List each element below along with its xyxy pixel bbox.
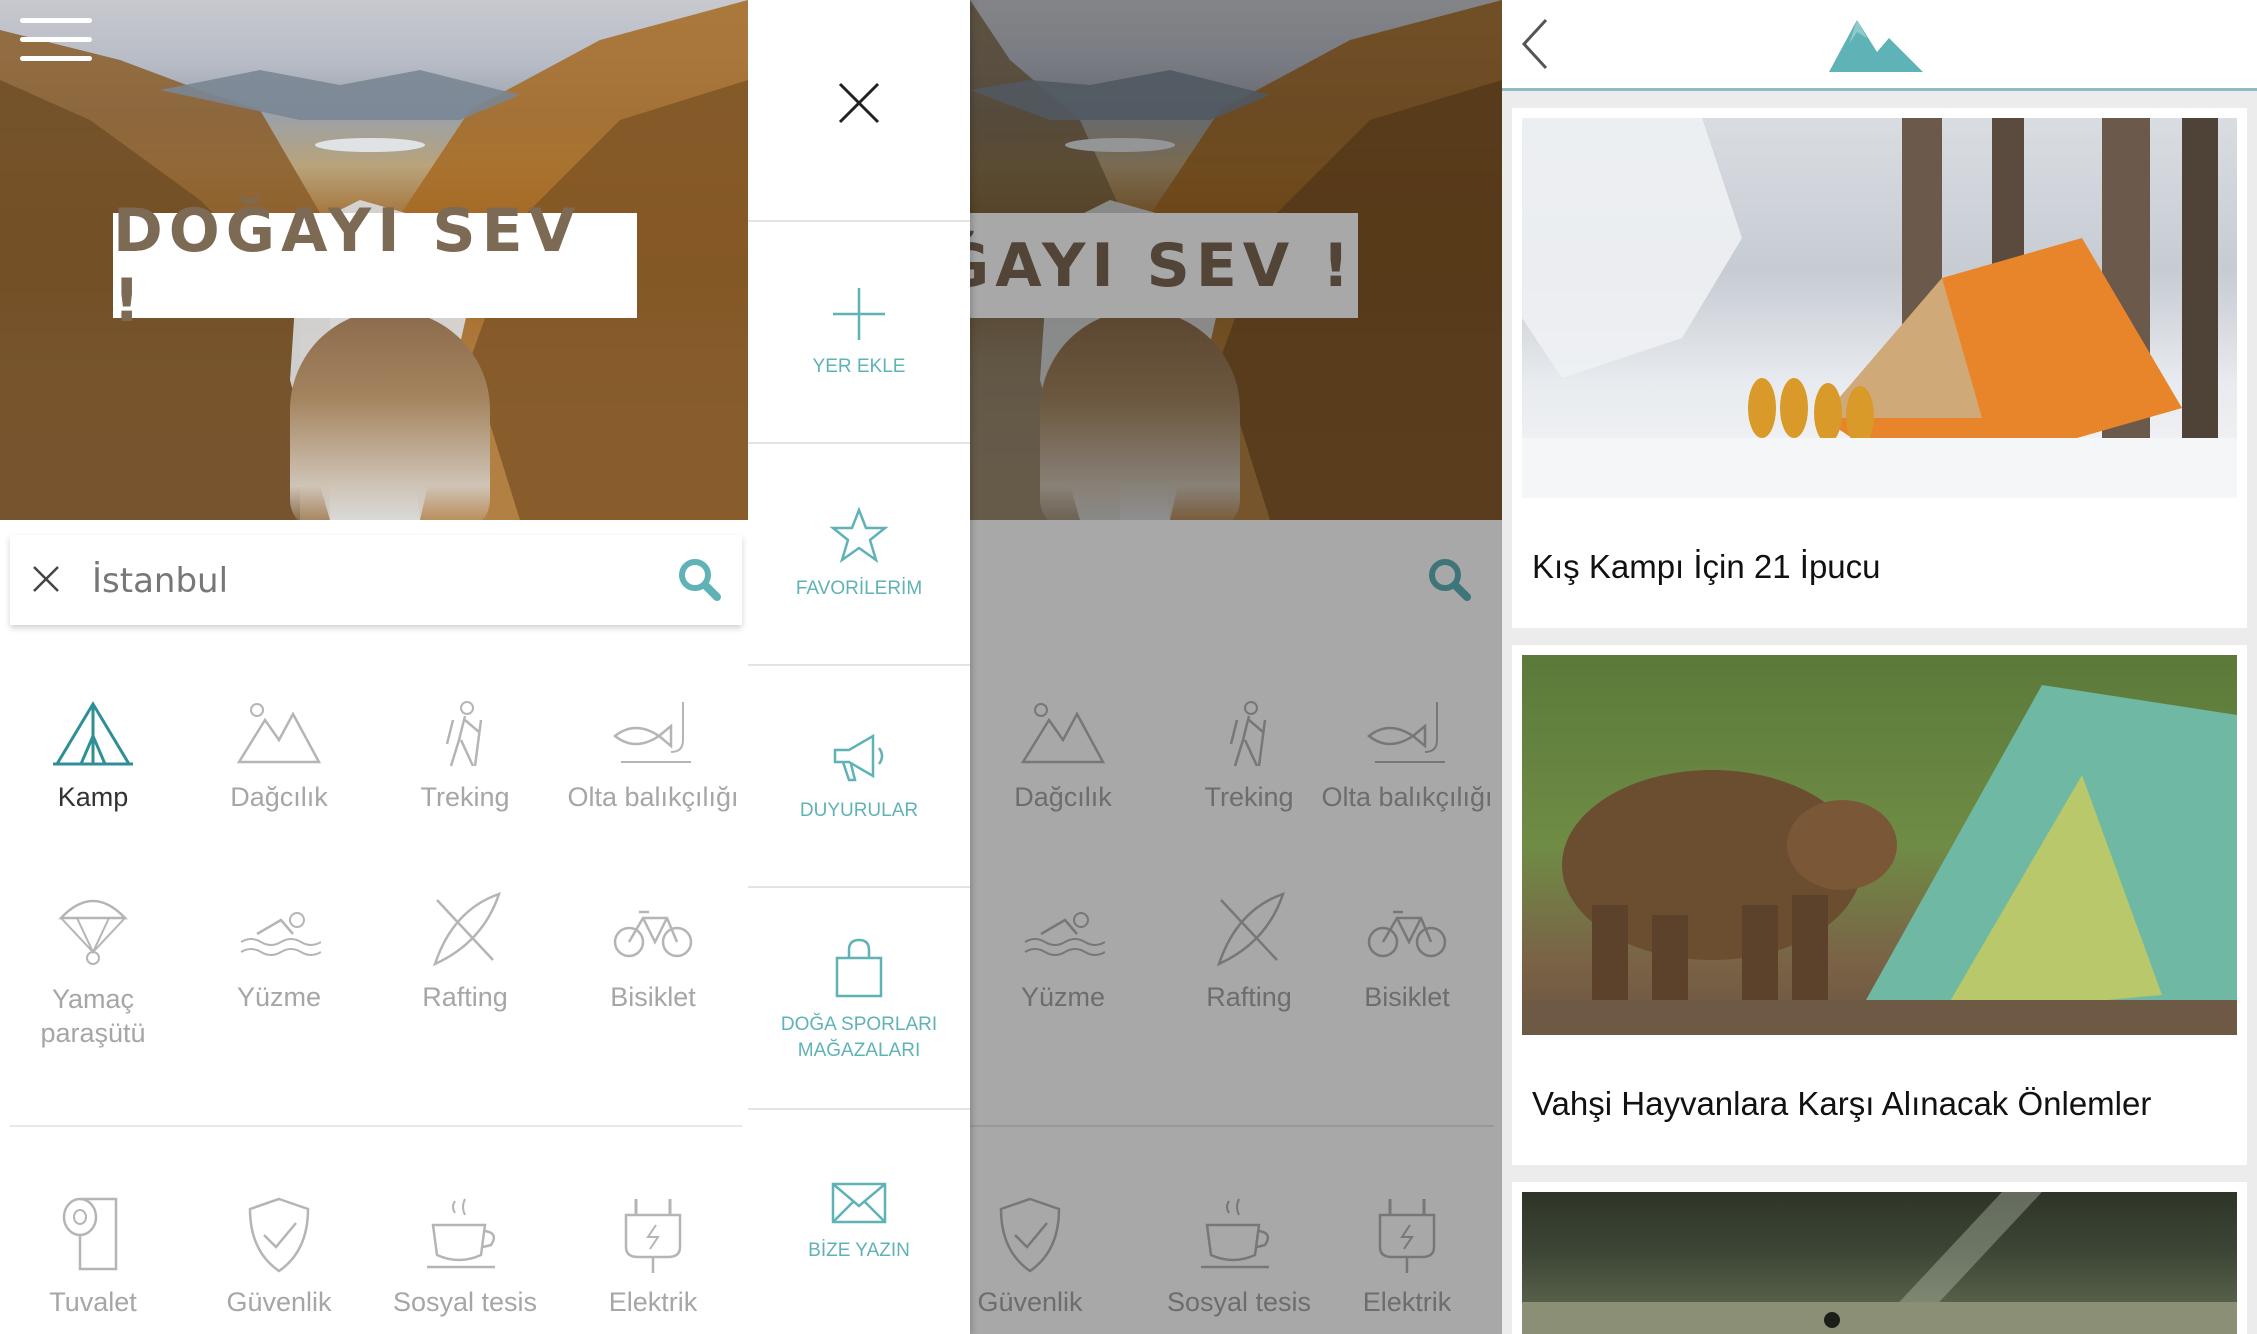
shopping-bag-icon: [835, 938, 883, 998]
menu-line-icon: [20, 56, 92, 61]
category-label: Kamp: [57, 782, 129, 812]
hamburger-menu-button[interactable]: [20, 18, 92, 74]
category-label: Treking: [420, 782, 510, 812]
swimmer-icon: [240, 912, 321, 956]
category-label: Yamaç paraşütü: [40, 984, 146, 1048]
category-bisiklet[interactable]: Bisiklet: [558, 890, 748, 1013]
drawer-item-magazalar[interactable]: DOĞA SPORLARI MAĞAZALARI: [748, 886, 970, 1108]
bear-tent-illustration: [1522, 685, 2237, 1035]
facility-label: Sosyal tesis: [392, 1287, 538, 1317]
facility-elektrik[interactable]: Elektrik: [558, 1195, 748, 1318]
overlay-scrim[interactable]: [970, 0, 1502, 1334]
facility-guvenlik[interactable]: Güvenlik: [186, 1195, 372, 1318]
power-plug-icon: [624, 1199, 682, 1273]
envelope-icon: [831, 1182, 887, 1224]
article-card[interactable]: [1512, 1182, 2247, 1334]
facility-label: Güvenlik: [226, 1287, 332, 1317]
shield-check-icon: [248, 1197, 310, 1273]
search-icon[interactable]: [675, 555, 725, 605]
drawer-item-favorilerim[interactable]: FAVORİLERİM: [748, 442, 970, 664]
drawer-item-label: FAVORİLERİM: [795, 578, 923, 599]
top-bar: [1502, 0, 2257, 91]
menu-line-icon: [20, 18, 92, 23]
close-icon[interactable]: [834, 78, 884, 128]
clear-search-icon[interactable]: [30, 563, 62, 595]
hero-banner: DOĞAYI SEV !: [113, 196, 637, 336]
drawer-item-yer-ekle[interactable]: YER EKLE: [748, 220, 970, 442]
side-drawer: YER EKLE FAVORİLERİM DUYURULAR DOĞA SPOR…: [748, 0, 970, 1334]
menu-line-icon: [20, 37, 92, 42]
tent-icon: [53, 701, 133, 766]
search-input[interactable]: [90, 555, 654, 607]
category-dagcilik[interactable]: Dağcılık: [186, 700, 372, 813]
divider: [10, 1125, 742, 1127]
article-image-winter-camp: [1522, 118, 2237, 498]
hero-image: DOĞAYI SEV !: [0, 0, 748, 520]
category-yamac[interactable]: Yamaç paraşütü: [0, 890, 186, 1050]
menu-screen: ĞAYI SEV ! Dağcılık Treking Olta balıkçı…: [748, 0, 1502, 1334]
facility-label: Elektrik: [608, 1287, 698, 1317]
category-label: Dağcılık: [230, 782, 328, 812]
category-rafting[interactable]: Rafting: [372, 890, 558, 1013]
toilet-paper-icon: [62, 1197, 118, 1271]
drawer-item-bize-yazin[interactable]: BİZE YAZIN: [748, 1108, 970, 1330]
person-silhouette: [290, 310, 490, 520]
paraglider-icon: [58, 899, 128, 965]
campsite-illustration: [1522, 1192, 2237, 1334]
mountain-logo-icon: [1829, 20, 1923, 72]
coffee-cup-icon: [427, 1198, 496, 1269]
fishing-icon: [612, 702, 691, 763]
drawer-item-duyurular[interactable]: DUYURULAR: [748, 664, 970, 886]
category-label: Yüzme: [236, 982, 322, 1012]
drawer-item-label: YER EKLE: [812, 356, 906, 377]
article-title[interactable]: Kış Kampı İçin 21 İpucu: [1532, 548, 1881, 586]
winter-tent-illustration: [1522, 118, 2237, 498]
drawer-item-label: BİZE YAZIN: [808, 1240, 910, 1261]
category-yuzme[interactable]: Yüzme: [186, 890, 372, 1013]
home-screen: DOĞAYI SEV ! Kamp Dağcılık: [0, 0, 748, 1334]
article-image-bear-tent: [1522, 655, 2237, 1035]
plus-icon: [833, 288, 885, 340]
category-olta[interactable]: Olta balıkçılığı: [558, 700, 748, 813]
article-image-campsite: [1522, 1192, 2237, 1334]
category-label: Olta balıkçılığı: [567, 782, 739, 812]
megaphone-icon: [833, 733, 884, 782]
article-title[interactable]: Vahşi Hayvanlara Karşı Alınacak Önlemler: [1532, 1085, 2151, 1123]
category-label: Bisiklet: [610, 982, 696, 1012]
drawer-item-label: DUYURULAR: [799, 800, 919, 821]
hiker-icon: [445, 701, 483, 767]
facility-tuvalet[interactable]: Tuvalet: [0, 1195, 186, 1318]
facility-label: Tuvalet: [49, 1287, 137, 1317]
drawer-item-label: DOĞA SPORLARI MAĞAZALARI: [780, 1014, 938, 1061]
star-icon: [829, 506, 889, 564]
search-bar: [10, 535, 742, 625]
article-card[interactable]: Kış Kampı İçin 21 İpucu: [1512, 108, 2247, 628]
facility-sosyal[interactable]: Sosyal tesis: [372, 1195, 558, 1318]
kayak-icon: [432, 891, 501, 967]
mountains-icon: [237, 703, 321, 764]
article-card[interactable]: Vahşi Hayvanlara Karşı Alınacak Önlemler: [1512, 645, 2247, 1165]
category-kamp[interactable]: Kamp: [0, 700, 186, 813]
articles-screen: Kış Kampı İçin 21 İpucu Vahşi Hayvanlara…: [1502, 0, 2257, 1334]
bicycle-icon: [613, 910, 693, 958]
back-arrow-icon[interactable]: [1518, 16, 1552, 72]
category-treking[interactable]: Treking: [372, 700, 558, 813]
category-label: Rafting: [422, 982, 508, 1012]
